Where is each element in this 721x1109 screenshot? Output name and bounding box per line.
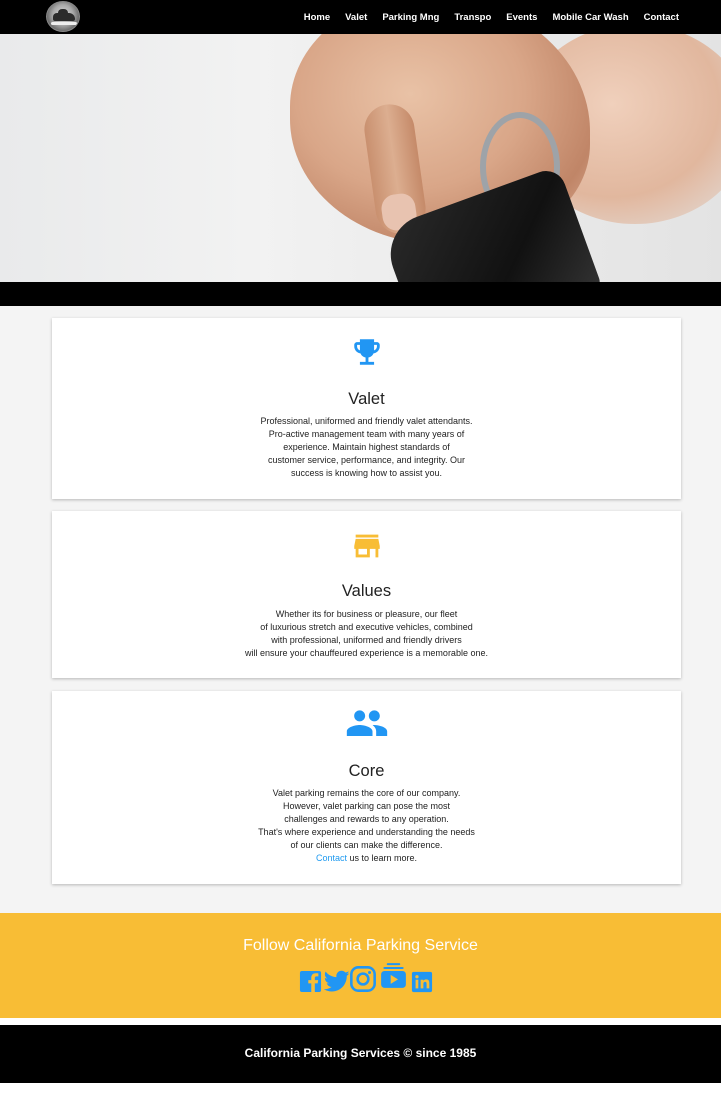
card-description: Valet parking remains the core of our co… <box>52 787 681 865</box>
card-valet: Valet Professional, uniformed and friend… <box>52 318 681 499</box>
footer: California Parking Services © since 1985 <box>0 1025 721 1083</box>
nav-mobile-car-wash[interactable]: Mobile Car Wash <box>552 12 628 23</box>
card-title: Core <box>348 762 385 780</box>
nav-home[interactable]: Home <box>304 12 330 23</box>
card-values: Values Whether its for business or pleas… <box>52 511 681 678</box>
card-line: Valet parking remains the core of our co… <box>272 788 461 798</box>
instagram-icon[interactable] <box>349 965 377 993</box>
car-logo-graphic <box>53 9 75 21</box>
card-line: Professional, uniformed and friendly val… <box>260 416 473 426</box>
top-navbar: Home Valet Parking Mng Transpo Events Mo… <box>0 0 721 34</box>
card-line: will ensure your chauffeured experience … <box>245 648 488 658</box>
card-title: Valet <box>348 390 385 408</box>
contact-link[interactable]: Contact <box>316 853 347 863</box>
card-line: success is knowing how to assist you. <box>290 468 443 478</box>
contact-suffix: us to learn more. <box>347 853 418 863</box>
twitter-icon[interactable] <box>324 970 350 993</box>
card-line: Whether its for business or pleasure, ou… <box>275 609 458 619</box>
hero-image-hand-with-car-key <box>0 34 721 282</box>
card-line: That's where experience and understandin… <box>258 827 475 837</box>
nav-events[interactable]: Events <box>506 12 537 23</box>
nav-contact[interactable]: Contact <box>644 12 679 23</box>
card-line: of our clients can make the difference. <box>290 840 443 850</box>
company-logo[interactable] <box>46 1 80 32</box>
main-menu: Home Valet Parking Mng Transpo Events Mo… <box>304 0 679 34</box>
card-line: with professional, uniformed and friendl… <box>271 635 462 645</box>
nav-transpo[interactable]: Transpo <box>454 12 491 23</box>
card-line: customer service, performance, and integ… <box>268 455 465 465</box>
linkedin-icon[interactable] <box>411 971 433 993</box>
facebook-icon[interactable] <box>299 970 322 993</box>
section-divider <box>0 1018 721 1025</box>
card-line: experience. Maintain highest standards o… <box>283 442 450 452</box>
card-line: Pro-active management team with many yea… <box>268 429 465 439</box>
store-icon <box>353 534 380 558</box>
card-line: of luxurious stretch and executive vehic… <box>260 622 473 632</box>
social-heading: Follow California Parking Service <box>243 937 478 954</box>
hero-bottom-bar <box>0 282 721 306</box>
footer-copyright: California Parking Services © since 1985 <box>244 1046 477 1060</box>
card-description: Professional, uniformed and friendly val… <box>52 415 681 480</box>
card-core: Core Valet parking remains the core of o… <box>52 691 681 884</box>
people-icon <box>346 710 387 736</box>
nav-parking-mng[interactable]: Parking Mng <box>382 12 439 23</box>
youtube-icon[interactable] <box>380 962 407 990</box>
card-title: Values <box>341 582 392 600</box>
trophy-icon <box>353 339 380 365</box>
nav-valet[interactable]: Valet <box>345 12 367 23</box>
card-description: Whether its for business or pleasure, ou… <box>52 608 681 660</box>
card-line: challenges and rewards to any operation. <box>284 814 449 824</box>
logo-swoosh <box>51 22 77 25</box>
card-line-contact: Contact us to learn more. <box>52 852 681 865</box>
card-line: However, valet parking can pose the most <box>282 801 451 811</box>
